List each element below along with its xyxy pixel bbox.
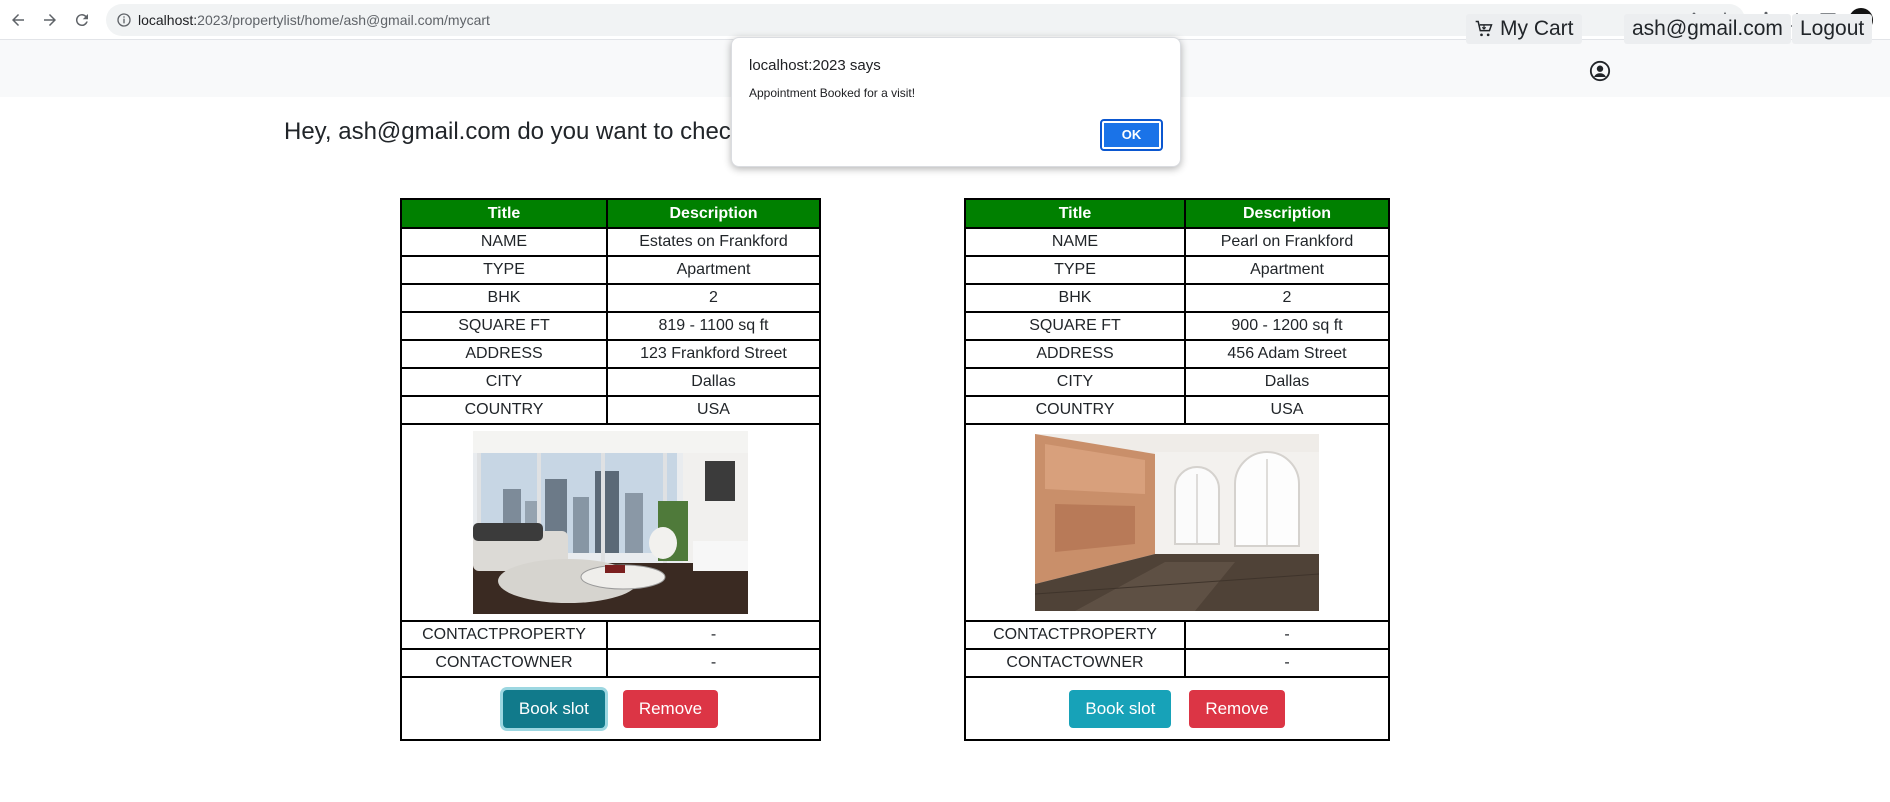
row-value: 900 - 1200 sq ft — [1184, 311, 1390, 341]
row-label: COUNTRY — [964, 395, 1186, 425]
ok-button[interactable]: OK — [1100, 119, 1163, 151]
row-label: CONTACTOWNER — [400, 648, 608, 678]
dialog-title: localhost:2023 says — [749, 57, 881, 74]
row-value: - — [1184, 648, 1390, 678]
remove-button[interactable]: Remove — [622, 689, 719, 728]
row-label: CONTACTOWNER — [964, 648, 1186, 678]
row-value: 456 Adam Street — [1184, 339, 1390, 369]
row-label: CITY — [400, 367, 608, 397]
property-photo — [1035, 434, 1319, 611]
dialog-message: Appointment Booked for a visit! — [749, 86, 916, 100]
table-row: CONTACTOWNER - — [400, 648, 821, 678]
row-label: ADDRESS — [964, 339, 1186, 369]
table-row: SQUARE FT 900 - 1200 sq ft — [964, 311, 1390, 341]
reload-icon[interactable] — [70, 8, 94, 32]
remove-button[interactable]: Remove — [1189, 689, 1285, 728]
image-cell — [400, 423, 821, 622]
property-table: Title Description NAME Pearl on Frankford… — [964, 198, 1390, 741]
actions-row: Book slot Remove — [400, 676, 821, 741]
property-card: Title Description NAME Estates on Frankfo… — [400, 198, 821, 741]
row-value: USA — [1184, 395, 1390, 425]
actions-row: Book slot Remove — [964, 676, 1390, 741]
row-label: SQUARE FT — [964, 311, 1186, 341]
row-label: COUNTRY — [400, 395, 608, 425]
table-header-row: Title Description — [400, 198, 821, 229]
book-slot-button[interactable]: Book slot — [502, 689, 605, 728]
table-header-row: Title Description — [964, 198, 1390, 229]
row-value: - — [606, 648, 821, 678]
column-header-title: Title — [964, 198, 1186, 229]
row-label: BHK — [964, 283, 1186, 313]
table-row: NAME Estates on Frankford — [400, 227, 821, 257]
property-table: Title Description NAME Estates on Frankfo… — [400, 198, 821, 741]
table-row: COUNTRY USA — [400, 395, 821, 425]
table-row: ADDRESS 123 Frankford Street — [400, 339, 821, 369]
back-icon[interactable] — [6, 8, 30, 32]
row-label: SQUARE FT — [400, 311, 608, 341]
row-value: - — [606, 620, 821, 650]
row-value: - — [1184, 620, 1390, 650]
column-header-description: Description — [606, 198, 821, 229]
alert-dialog: localhost:2023 says Appointment Booked f… — [731, 37, 1181, 167]
book-slot-button[interactable]: Book slot — [1069, 689, 1172, 728]
row-label: NAME — [964, 227, 1186, 257]
row-label: BHK — [400, 283, 608, 313]
url-path: 2023/propertylist/home/ash@gmail.com/myc… — [197, 12, 490, 28]
table-row: CONTACTPROPERTY - — [400, 620, 821, 650]
row-label: CONTACTPROPERTY — [400, 620, 608, 650]
url-host: localhost: — [138, 12, 198, 28]
row-value: 2 — [606, 283, 821, 313]
property-photo — [473, 431, 748, 614]
row-label: TYPE — [400, 255, 608, 285]
my-cart-link[interactable]: My Cart — [1466, 14, 1582, 44]
url-text[interactable]: localhost:2023/propertylist/home/ash@gma… — [138, 12, 490, 28]
table-row: TYPE Apartment — [964, 255, 1390, 285]
forward-icon[interactable] — [38, 8, 62, 32]
logout-link[interactable]: Logout — [1792, 14, 1873, 44]
my-cart-label: My Cart — [1500, 17, 1574, 40]
user-email[interactable]: ash@gmail.com — [1624, 14, 1791, 44]
image-cell — [964, 423, 1390, 622]
image-row — [400, 423, 821, 622]
row-value: USA — [606, 395, 821, 425]
image-row — [964, 423, 1390, 622]
row-label: ADDRESS — [400, 339, 608, 369]
actions-cell: Book slot Remove — [400, 676, 821, 741]
cart-icon — [1475, 20, 1493, 37]
table-row: TYPE Apartment — [400, 255, 821, 285]
greeting-heading: Hey, ash@gmail.com do you want to chec — [284, 118, 731, 145]
row-value: 123 Frankford Street — [606, 339, 821, 369]
row-value: 819 - 1100 sq ft — [606, 311, 821, 341]
actions-cell: Book slot Remove — [964, 676, 1390, 741]
row-label: CONTACTPROPERTY — [964, 620, 1186, 650]
table-row: ADDRESS 456 Adam Street — [964, 339, 1390, 369]
table-row: BHK 2 — [400, 283, 821, 313]
table-row: SQUARE FT 819 - 1100 sq ft — [400, 311, 821, 341]
row-value: Pearl on Frankford — [1184, 227, 1390, 257]
row-value: Apartment — [606, 255, 821, 285]
info-icon[interactable] — [116, 12, 132, 28]
row-label: TYPE — [964, 255, 1186, 285]
row-value: 2 — [1184, 283, 1390, 313]
column-header-description: Description — [1184, 198, 1390, 229]
row-value: Apartment — [1184, 255, 1390, 285]
row-label: NAME — [400, 227, 608, 257]
table-row: BHK 2 — [964, 283, 1390, 313]
row-value: Estates on Frankford — [606, 227, 821, 257]
column-header-title: Title — [400, 198, 608, 229]
table-row: CONTACTPROPERTY - — [964, 620, 1390, 650]
user-circle-icon — [1589, 60, 1611, 82]
row-value: Dallas — [1184, 367, 1390, 397]
browser-toolbar: localhost:2023/propertylist/home/ash@gma… — [0, 0, 1890, 47]
row-value: Dallas — [606, 367, 821, 397]
table-row: CONTACTOWNER - — [964, 648, 1390, 678]
table-row: COUNTRY USA — [964, 395, 1390, 425]
property-card: Title Description NAME Pearl on Frankford… — [964, 198, 1390, 741]
table-row: CITY Dallas — [400, 367, 821, 397]
table-row: CITY Dallas — [964, 367, 1390, 397]
table-row: NAME Pearl on Frankford — [964, 227, 1390, 257]
row-label: CITY — [964, 367, 1186, 397]
